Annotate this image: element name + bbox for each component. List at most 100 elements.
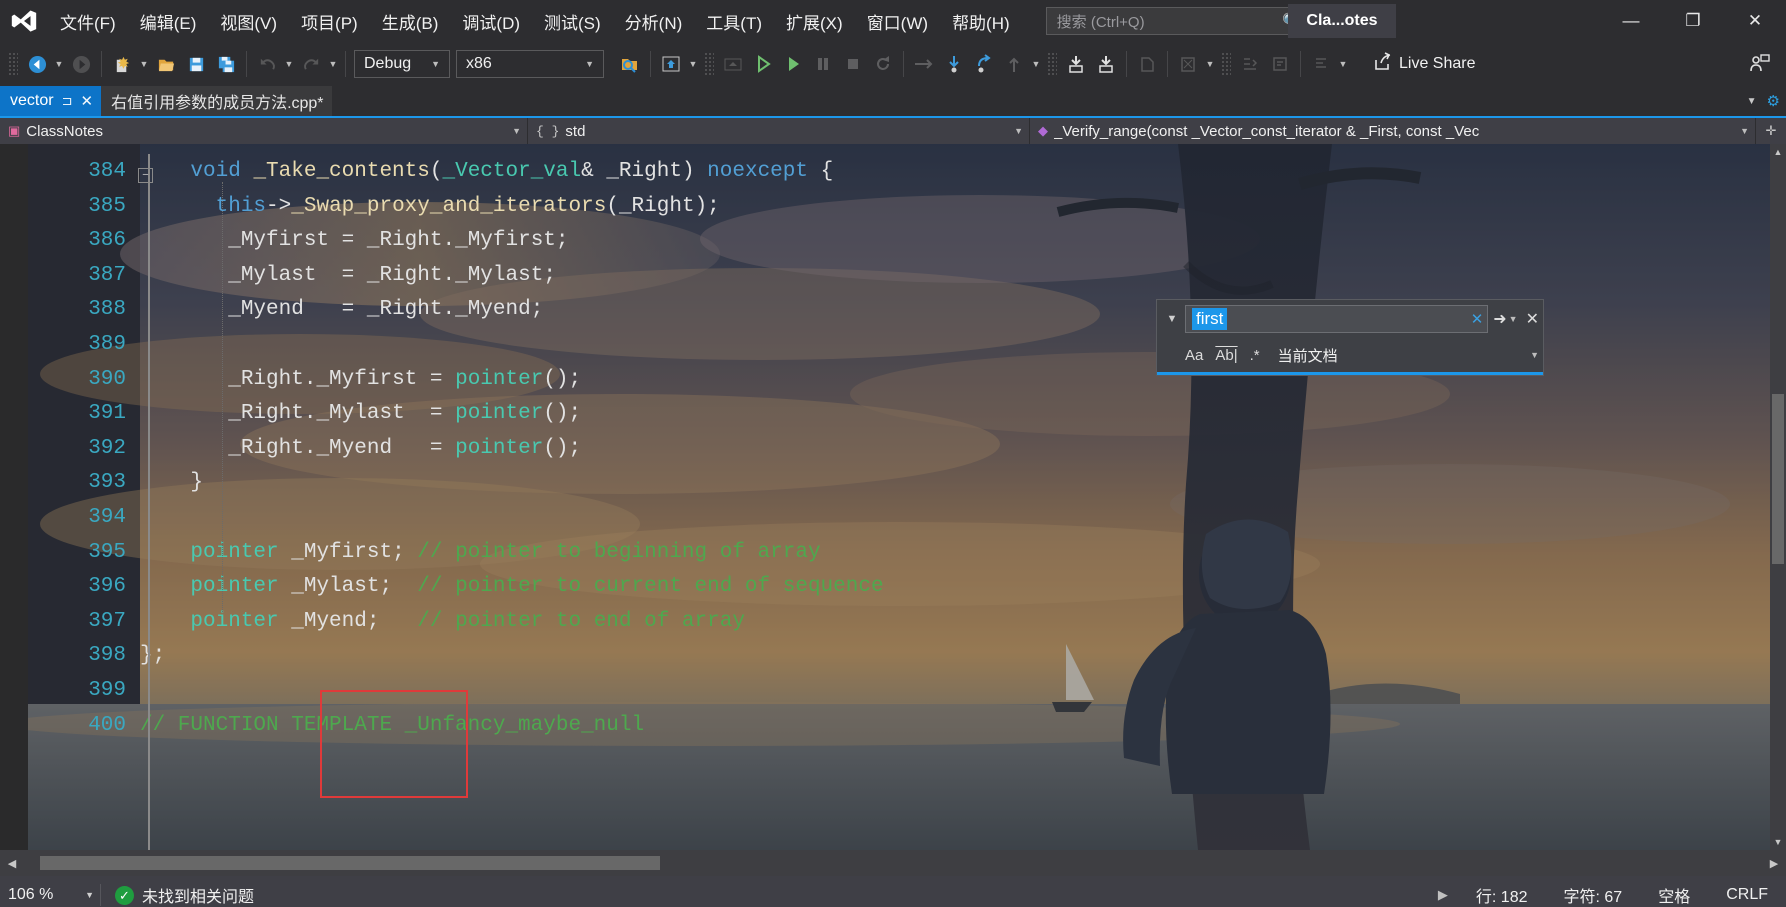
scroll-left-icon[interactable]: ◀ [0, 857, 24, 870]
close-icon[interactable]: ✕ [1520, 309, 1539, 329]
search-input[interactable]: 搜索 (Ctrl+Q) 🔍 [1045, 7, 1308, 35]
code-line[interactable]: _Myfirst = _Right._Myfirst; [140, 224, 1786, 259]
back-dropdown-caret[interactable]: ▼ [52, 49, 66, 79]
uncomment-icon[interactable] [1306, 49, 1336, 79]
gear-icon[interactable]: ⚙ [1767, 92, 1780, 110]
menu-view[interactable]: 视图(V) [208, 0, 289, 42]
code-line[interactable]: this->_Swap_proxy_and_iterators(_Right); [140, 190, 1786, 225]
find-next-icon[interactable]: ➜ [1493, 309, 1506, 329]
redo-caret[interactable]: ▼ [326, 49, 340, 79]
menu-window[interactable]: 窗口(W) [855, 0, 940, 42]
code-line[interactable]: _Mylast = _Right._Mylast; [140, 259, 1786, 294]
find-scope-dropdown[interactable]: 当前文档 ▼ [1278, 345, 1539, 366]
restore-button[interactable]: ❐ [1662, 0, 1724, 42]
config-dropdown[interactable]: Debug ▼ [354, 50, 450, 78]
save-icon[interactable] [181, 49, 211, 79]
use-regex-icon[interactable]: .* [1250, 347, 1260, 364]
live-share-panel-icon[interactable] [1744, 49, 1774, 79]
code-line[interactable]: _Right._Mylast = pointer(); [140, 397, 1786, 432]
toolbar-grip-3[interactable] [1047, 52, 1057, 76]
scroll-right-icon[interactable]: ▶ [1762, 857, 1786, 870]
code-line[interactable]: } [140, 466, 1786, 501]
solution-explorer-icon[interactable] [656, 49, 686, 79]
new-window-icon[interactable] [1132, 49, 1162, 79]
navbar-member-dropdown[interactable]: ◆ _Verify_range(const _Vector_const_iter… [1030, 118, 1756, 144]
scroll-down-icon[interactable]: ▼ [1770, 834, 1786, 850]
navbar-project-dropdown[interactable]: ▣ ClassNotes ▼ [0, 118, 528, 144]
code-line[interactable]: }; [140, 639, 1786, 674]
pause-icon[interactable] [808, 49, 838, 79]
menu-extensions[interactable]: 扩展(X) [774, 0, 855, 42]
tab-vector[interactable]: vector ⊐ ✕ [0, 86, 102, 116]
toolbar-grip-2[interactable] [704, 52, 714, 76]
forward-arrow-icon[interactable] [66, 49, 96, 79]
code-surface[interactable]: 384 385 386 387 388 389 390 391 392 393 394 395 396 3… [0, 144, 1786, 850]
stop-icon[interactable] [838, 49, 868, 79]
issues-status[interactable]: ✓ 未找到相关问题 [101, 883, 268, 907]
editor-vertical-scrollbar[interactable]: ▲ ▼ [1770, 144, 1786, 850]
live-share-button[interactable]: Live Share [1366, 49, 1482, 79]
code-text-column[interactable]: void _Take_contents(_Vector_val& _Right)… [140, 144, 1786, 850]
platform-dropdown[interactable]: x86 ▼ [456, 50, 604, 78]
start-without-debugging-icon[interactable] [778, 49, 808, 79]
match-case-icon[interactable]: Aa [1185, 347, 1203, 364]
breakpoints-icon[interactable] [1173, 49, 1203, 79]
scroll-up-icon[interactable]: ▲ [1770, 144, 1786, 160]
bookmark-icon[interactable] [1061, 49, 1091, 79]
minimize-button[interactable]: — [1600, 0, 1662, 42]
step-caret[interactable]: ▼ [1029, 49, 1043, 79]
save-all-icon[interactable] [211, 49, 241, 79]
menu-analyze[interactable]: 分析(N) [613, 0, 695, 42]
editor-horizontal-scrollbar[interactable]: ◀ ▶ [0, 850, 1786, 876]
toolbar-grip[interactable] [8, 52, 18, 76]
code-line[interactable]: // FUNCTION TEMPLATE _Unfancy_maybe_null [140, 709, 1786, 744]
menu-debug[interactable]: 调试(D) [450, 0, 532, 42]
step-over-icon[interactable] [909, 49, 939, 79]
menu-test[interactable]: 测试(S) [532, 0, 613, 42]
comment-icon[interactable] [1265, 49, 1295, 79]
hscroll-thumb[interactable] [40, 856, 660, 870]
scrollbar-thumb[interactable] [1772, 394, 1784, 564]
code-line[interactable] [140, 674, 1786, 709]
indent-mode[interactable]: 空格 [1640, 883, 1708, 907]
step-into-icon[interactable] [939, 49, 969, 79]
menu-tools[interactable]: 工具(T) [694, 0, 774, 42]
menu-edit[interactable]: 编辑(E) [128, 0, 209, 42]
tab-cpp-file[interactable]: 右值引用参数的成员方法.cpp* [101, 86, 332, 116]
new-item-caret[interactable]: ▼ [137, 49, 151, 79]
find-in-files-icon[interactable] [615, 49, 645, 79]
step-out-icon[interactable] [969, 49, 999, 79]
step-up-icon[interactable] [999, 49, 1029, 79]
close-button[interactable]: ✕ [1724, 0, 1786, 42]
split-editor-icon[interactable]: ✛ [1756, 118, 1786, 144]
code-line[interactable]: pointer _Mylast; // pointer to current e… [140, 570, 1786, 605]
chevron-down-icon[interactable]: ▼ [1509, 314, 1518, 324]
zoom-dropdown[interactable]: 106 % ▼ [0, 886, 100, 904]
code-line[interactable] [140, 501, 1786, 536]
match-whole-word-icon[interactable]: Ab| [1215, 347, 1237, 364]
back-arrow-icon[interactable] [22, 49, 52, 79]
toolbar-grip-4[interactable] [1221, 52, 1231, 76]
status-expand-icon[interactable]: ▶ [1428, 887, 1458, 903]
indent-icon[interactable] [1235, 49, 1265, 79]
find-input[interactable]: first ✕ [1185, 305, 1489, 333]
collapse-region-toggle[interactable]: − [138, 168, 153, 183]
undo-caret[interactable]: ▼ [282, 49, 296, 79]
eol-mode[interactable]: CRLF [1708, 886, 1786, 904]
menu-build[interactable]: 生成(B) [370, 0, 451, 42]
clear-icon[interactable]: ✕ [1471, 310, 1484, 328]
breakpoints-caret[interactable]: ▼ [1203, 49, 1217, 79]
navbar-namespace-dropdown[interactable]: { } std ▼ [528, 118, 1030, 144]
menu-file[interactable]: 文件(F) [48, 0, 128, 42]
undo-icon[interactable] [252, 49, 282, 79]
uncomment-caret[interactable]: ▼ [1336, 49, 1350, 79]
redo-icon[interactable] [296, 49, 326, 79]
code-line[interactable]: void _Take_contents(_Vector_val& _Right)… [140, 155, 1786, 190]
open-folder-icon[interactable] [151, 49, 181, 79]
solution-caret[interactable]: ▼ [686, 49, 700, 79]
attach-icon[interactable] [718, 49, 748, 79]
chevron-down-icon[interactable]: ▼ [1747, 96, 1757, 107]
menu-project[interactable]: 项目(P) [289, 0, 370, 42]
editor-gutter[interactable] [0, 144, 28, 850]
hscroll-track[interactable] [24, 856, 1762, 870]
